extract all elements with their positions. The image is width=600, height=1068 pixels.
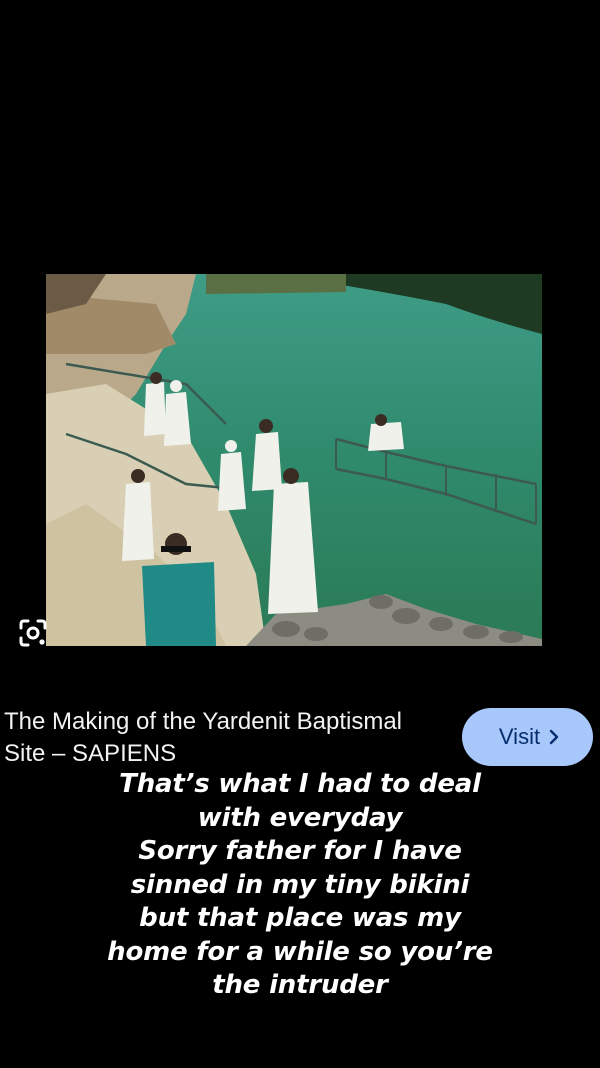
baptism-scene-illustration [46,274,542,646]
caption-line: That’s what I had to deal [119,769,481,799]
caption-line: Sorry father for I have [138,836,462,866]
caption-line: with everyday [197,802,403,833]
overlay-caption: That’s what I had to deal with everyday … [60,768,540,1003]
visit-label: Visit [498,724,541,749]
lens-search-icon [19,619,47,647]
caption-line: sinned in my tiny bikini [130,869,470,900]
visit-button[interactable]: Visit [462,708,593,766]
chevron-right-icon [548,729,560,745]
result-title[interactable]: The Making of the Yardenit Baptismal Sit… [4,706,444,770]
caption-line: but that place was my [139,903,461,933]
result-image[interactable] [46,274,542,646]
caption-line: home for a while so you’re [107,936,493,967]
lens-search-button[interactable] [6,606,60,660]
caption-line: the intruder [212,970,388,1000]
